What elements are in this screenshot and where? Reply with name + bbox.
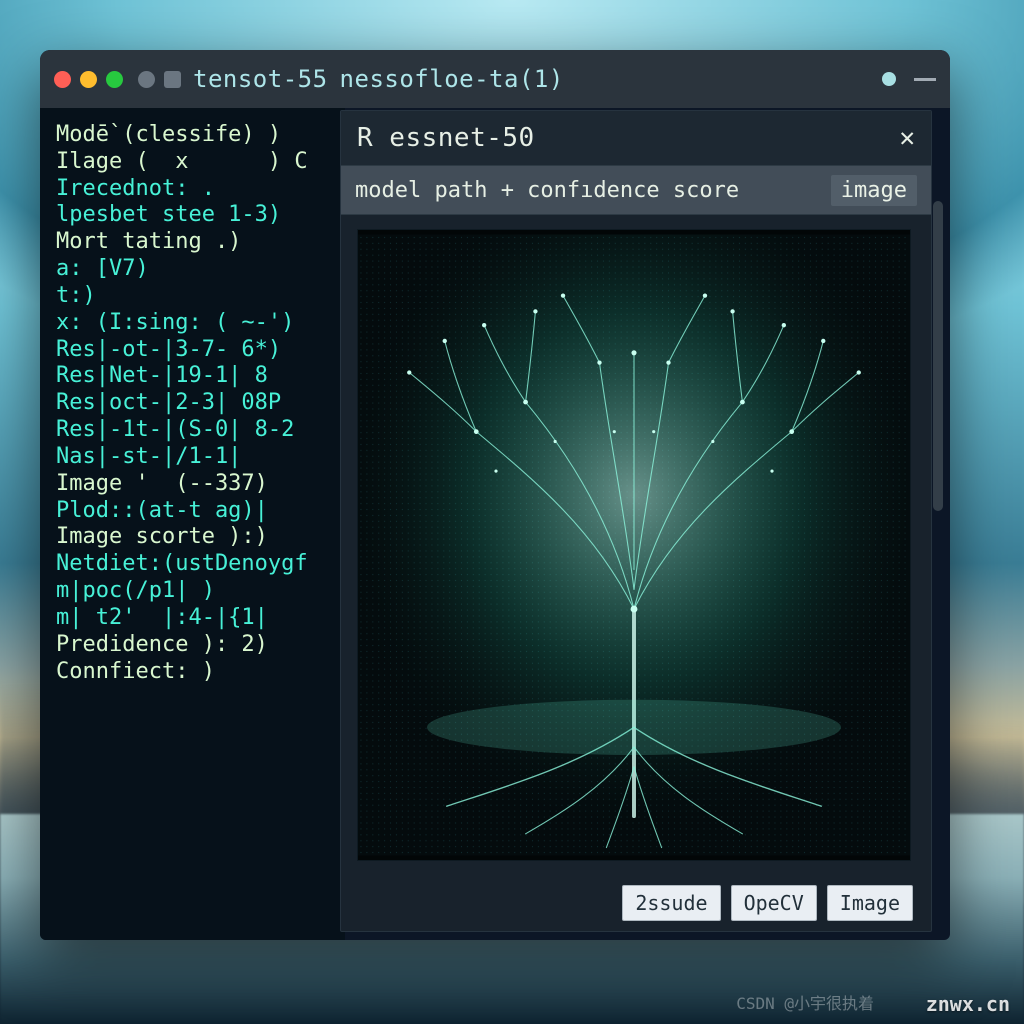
term-line: Connfiect: ) bbox=[56, 659, 333, 686]
panel-footer: 2ssude OpeCV Image bbox=[341, 885, 931, 921]
scrollbar[interactable] bbox=[933, 201, 943, 511]
image-preview-panel: R essnet-50 ✕ model path + confıdence sc… bbox=[340, 110, 932, 932]
titlebar-right bbox=[882, 72, 936, 86]
term-line: Mort tating .) bbox=[56, 229, 333, 256]
minimize-icon[interactable] bbox=[80, 71, 97, 88]
desktop: tensot-55 nessofloe-ta(1) Modḕ (clessife… bbox=[0, 0, 1024, 1024]
watermark-csdn: CSDN @小宇很执着 bbox=[736, 990, 874, 1014]
panel-header: R essnet-50 ✕ bbox=[341, 111, 931, 165]
term-line: Predidence ): 2) bbox=[56, 632, 333, 659]
term-line: Res|Net-|19-1| 8 bbox=[56, 363, 333, 390]
term-line: Netdiet:(ustDenoygf bbox=[56, 551, 333, 578]
minimize-dash-icon[interactable] bbox=[914, 78, 936, 81]
term-line: Image scorte ):) bbox=[56, 524, 333, 551]
titlebar[interactable]: tensot-55 nessofloe-ta(1) bbox=[40, 50, 950, 108]
window-title-left: tensot-55 bbox=[193, 65, 328, 93]
term-line: Res|-ot-|3-7- 6*) bbox=[56, 337, 333, 364]
panel-sub-label: model path + confıdence score bbox=[355, 178, 817, 203]
close-icon[interactable]: ✕ bbox=[899, 123, 915, 153]
foot-button-2[interactable]: OpeCV bbox=[731, 885, 817, 921]
terminal-window: tensot-55 nessofloe-ta(1) Modḕ (clessife… bbox=[40, 50, 950, 940]
foot-button-3[interactable]: Image bbox=[827, 885, 913, 921]
term-line: lpesbet stee 1-3) bbox=[56, 202, 333, 229]
term-line: Ilage ( x ) C bbox=[56, 149, 333, 176]
window-controls bbox=[54, 71, 181, 88]
extra-dot-icon bbox=[138, 71, 155, 88]
close-icon[interactable] bbox=[54, 71, 71, 88]
term-line: a: [V7) bbox=[56, 256, 333, 283]
status-dot-icon bbox=[882, 72, 896, 86]
window-body: Modḕ (clessife) ) Ilage ( x ) C Irecedno… bbox=[40, 108, 950, 940]
term-line: Irecednot: . bbox=[56, 176, 333, 203]
foot-button-1[interactable]: 2ssude bbox=[622, 885, 720, 921]
term-line: Modḕ (clessife) ) bbox=[56, 122, 333, 149]
term-line: m| t2' |:4-|{1| bbox=[56, 605, 333, 632]
term-line: Nas|-st-|/1-1| bbox=[56, 444, 333, 471]
extra-square-icon bbox=[164, 71, 181, 88]
preview-image bbox=[357, 229, 911, 861]
zoom-icon[interactable] bbox=[106, 71, 123, 88]
panel-subheader: model path + confıdence score image bbox=[341, 165, 931, 215]
terminal-output[interactable]: Modḕ (clessife) ) Ilage ( x ) C Irecedno… bbox=[40, 108, 345, 940]
term-line: m|poc(/p1| ) bbox=[56, 578, 333, 605]
term-line: Res|-1t-|(S-0| 8-2 bbox=[56, 417, 333, 444]
term-line: Res|oct-|2-3| 08P bbox=[56, 390, 333, 417]
term-line: Plod::(at-t ag)| bbox=[56, 498, 333, 525]
panel-title: R essnet-50 bbox=[357, 123, 535, 153]
window-title-right: nessofloe-ta(1) bbox=[340, 65, 564, 93]
term-line: Image ' (--337) bbox=[56, 471, 333, 498]
image-tab-button[interactable]: image bbox=[831, 175, 917, 206]
term-line: x: (I:sing: ( ~-') bbox=[56, 310, 333, 337]
term-line: t:) bbox=[56, 283, 333, 310]
watermark-znwx: znwx.cn bbox=[926, 992, 1010, 1016]
tree-icon bbox=[358, 230, 910, 860]
